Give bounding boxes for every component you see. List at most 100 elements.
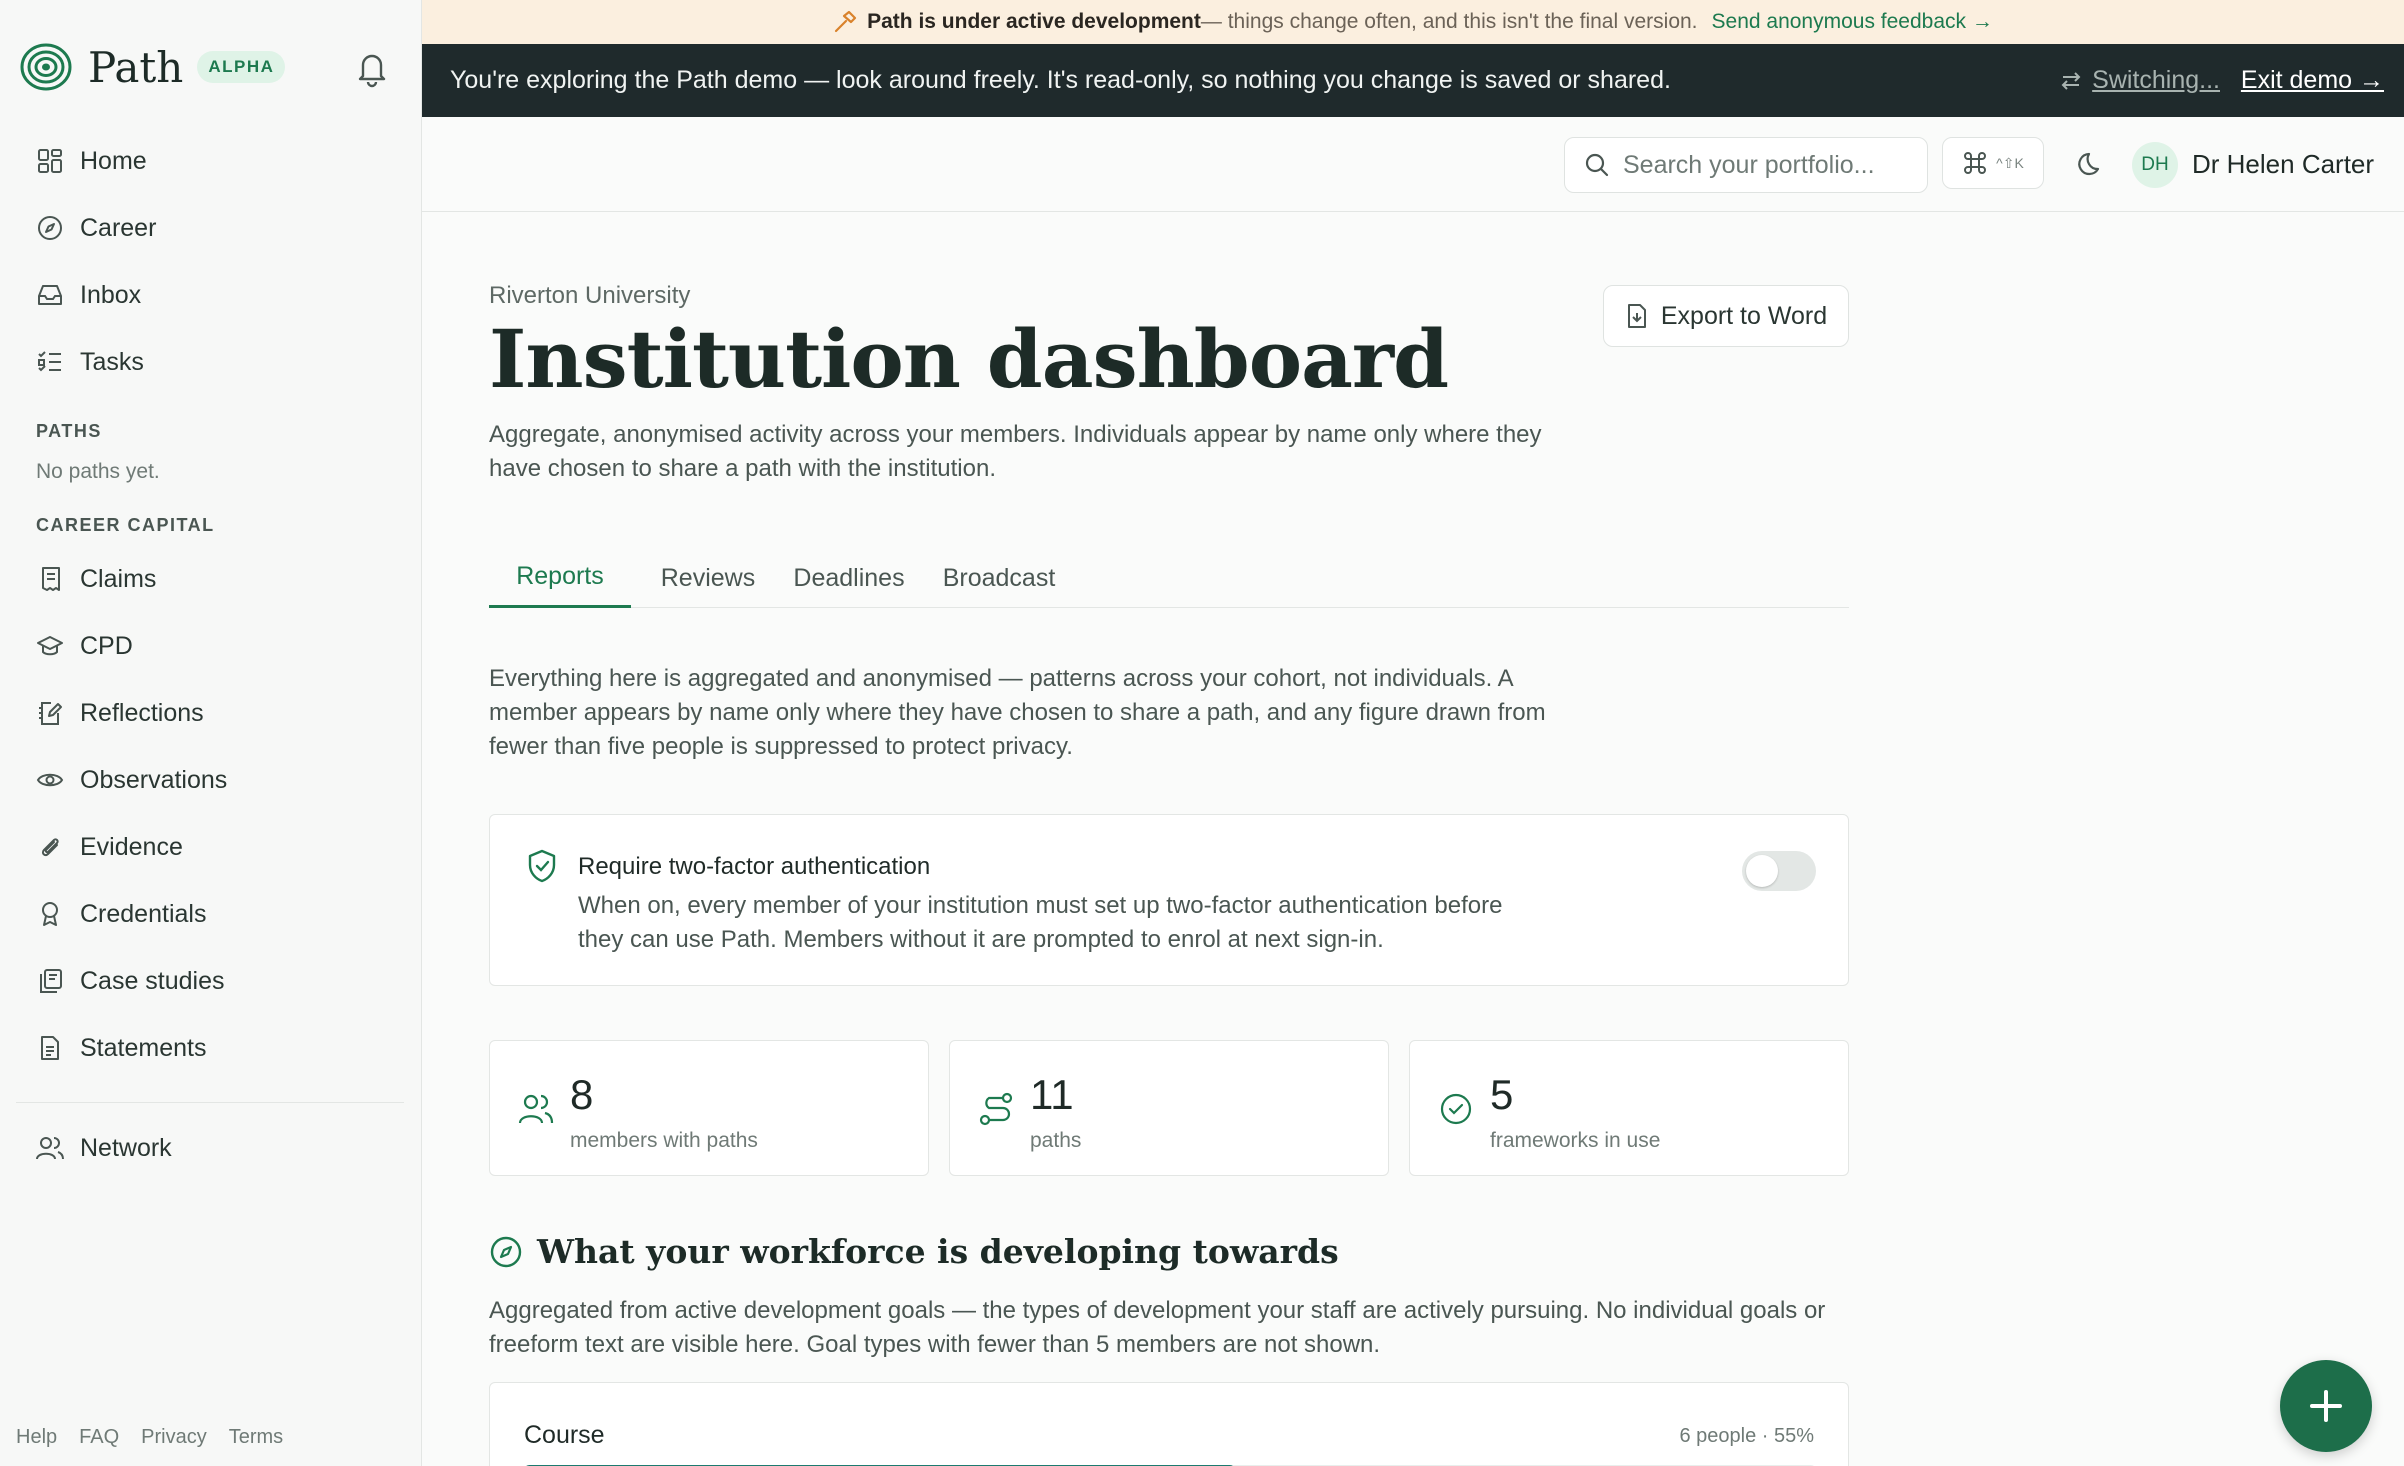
feedback-link[interactable]: Send anonymous feedback → <box>1712 10 1993 34</box>
list-check-icon <box>34 346 66 378</box>
sidebar-item-statements[interactable]: Statements <box>18 1020 404 1076</box>
organisation-name: Riverton University <box>489 282 691 309</box>
stat-caption: frameworks in use <box>1490 1129 1661 1152</box>
paths-heading: PATHS <box>36 421 102 441</box>
development-banner: Path is under active development — thing… <box>422 0 2404 44</box>
swap-icon <box>2061 71 2081 90</box>
stat-value: 8 <box>570 1071 594 1118</box>
career-capital-heading: CAREER CAPITAL <box>36 515 215 535</box>
brand[interactable]: Path ALPHA <box>20 42 286 92</box>
tab-broadcast[interactable]: Broadcast <box>935 548 1063 608</box>
two-factor-toggle[interactable] <box>1742 851 1816 891</box>
check-circle-icon <box>1440 1093 1472 1125</box>
sidebar-item-tasks[interactable]: Tasks <box>18 334 404 390</box>
sidebar-item-label: Inbox <box>80 280 142 309</box>
eye-icon <box>34 764 66 796</box>
paths-empty: No paths yet. <box>36 460 160 483</box>
sidebar-item-observations[interactable]: Observations <box>18 752 404 808</box>
sidebar-divider <box>16 1102 404 1103</box>
hammer-icon <box>835 10 857 33</box>
sidebar-item-label: Tasks <box>80 347 144 376</box>
add-button[interactable] <box>2280 1360 2372 1452</box>
stat-value: 11 <box>1030 1071 1074 1118</box>
compass-icon <box>490 1236 522 1267</box>
sidebar-item-label: Statements <box>80 1033 207 1062</box>
page-title: Institution dashboard <box>489 312 1449 406</box>
stat-card-members: 8 members with paths <box>489 1040 929 1176</box>
page-intro: Aggregate, anonymised activity across yo… <box>489 421 1542 482</box>
sidebar-item-label: Claims <box>80 564 157 593</box>
sidebar-item-network[interactable]: Network <box>18 1120 404 1176</box>
export-label: Export to Word <box>1660 301 1828 330</box>
avatar[interactable]: DH <box>2132 142 2178 188</box>
alpha-badge: ALPHA <box>197 51 286 83</box>
faq-link[interactable]: FAQ <box>79 1426 119 1449</box>
two-factor-description: When on, every member of your institutio… <box>578 892 1503 953</box>
sidebar-item-credentials[interactable]: Credentials <box>18 886 404 942</box>
file-download-icon <box>1627 304 1646 328</box>
command-palette-button[interactable]: ^⇧K <box>1942 137 2044 189</box>
sidebar-item-label: Observations <box>80 765 228 794</box>
receipt-icon <box>34 563 66 595</box>
banner-strong-text: Path is under active development <box>867 10 1201 33</box>
search-input[interactable] <box>1623 150 1923 180</box>
search-box[interactable] <box>1564 137 1928 193</box>
sidebar-item-evidence[interactable]: Evidence <box>18 819 404 875</box>
two-factor-card: Require two-factor authentication When o… <box>489 814 1849 986</box>
users-icon <box>518 1094 554 1124</box>
tab-reports[interactable]: Reports <box>489 548 631 608</box>
sidebar-item-label: Home <box>80 146 147 175</box>
route-icon <box>979 1092 1013 1126</box>
demo-bar: You're exploring the Path demo — look ar… <box>422 44 2404 117</box>
tab-reviews[interactable]: Reviews <box>655 548 761 608</box>
sidebar-item-label: Case studies <box>80 966 225 995</box>
sidebar-item-inbox[interactable]: Inbox <box>18 267 404 323</box>
sidebar-item-label: CPD <box>80 631 133 660</box>
plus-icon <box>2310 1390 2342 1422</box>
sidebar-item-career[interactable]: Career <box>18 200 404 256</box>
stat-caption: members with paths <box>570 1129 758 1152</box>
command-icon <box>1964 152 1987 174</box>
help-link[interactable]: Help <box>16 1426 57 1449</box>
two-factor-title: Require two-factor authentication <box>578 853 931 880</box>
award-icon <box>34 898 66 930</box>
shortcut-hint: ^⇧K <box>1996 154 2024 171</box>
sidebar-item-label: Credentials <box>80 899 207 928</box>
stat-card-paths: 11 paths <box>949 1040 1389 1176</box>
stat-card-frameworks: 5 frameworks in use <box>1409 1040 1849 1176</box>
export-to-word-button[interactable]: Export to Word <box>1603 285 1849 347</box>
sidebar-item-claims[interactable]: Claims <box>18 551 404 607</box>
footer-links: Help FAQ Privacy Terms <box>16 1426 283 1449</box>
tab-deadlines[interactable]: Deadlines <box>791 548 907 608</box>
exit-demo-link[interactable]: Exit demo → <box>2241 66 2384 95</box>
demo-message: You're exploring the Path demo — look ar… <box>450 66 1671 94</box>
paperclip-icon <box>34 831 66 863</box>
search-icon <box>1585 153 1609 177</box>
goal-name: Course <box>524 1421 605 1449</box>
user-name[interactable]: Dr Helen Carter <box>2192 149 2374 180</box>
toggle-knob <box>1746 855 1778 887</box>
workforce-description: Aggregated from active development goals… <box>489 1297 1826 1358</box>
sidebar-item-label: Career <box>80 213 157 242</box>
bell-icon[interactable] <box>354 48 390 88</box>
privacy-link[interactable]: Privacy <box>141 1426 207 1449</box>
sidebar-item-cpd[interactable]: CPD <box>18 618 404 674</box>
sidebar-item-case-studies[interactable]: Case studies <box>18 953 404 1009</box>
grid-icon <box>34 145 66 177</box>
brand-name: Path <box>88 42 184 92</box>
reports-description: Everything here is aggregated and anonym… <box>489 665 1546 760</box>
document-icon <box>34 1032 66 1064</box>
path-logo-icon <box>20 43 72 91</box>
sidebar-item-reflections[interactable]: Reflections <box>18 685 404 741</box>
sidebar-item-label: Network <box>80 1133 172 1162</box>
moon-icon[interactable] <box>2072 143 2112 183</box>
switching-link[interactable]: Switching... <box>2060 66 2220 95</box>
goal-type-card: Course 6 people · 55% <box>489 1382 1849 1466</box>
sidebar-item-label: Reflections <box>80 698 204 727</box>
terms-link[interactable]: Terms <box>229 1426 283 1449</box>
top-header: ^⇧K DH Dr Helen Carter <box>422 117 2404 212</box>
sidebar-item-home[interactable]: Home <box>18 133 404 189</box>
shield-check-icon <box>528 849 556 883</box>
switching-label: Switching... <box>2092 66 2220 94</box>
graduation-cap-icon <box>34 630 66 662</box>
